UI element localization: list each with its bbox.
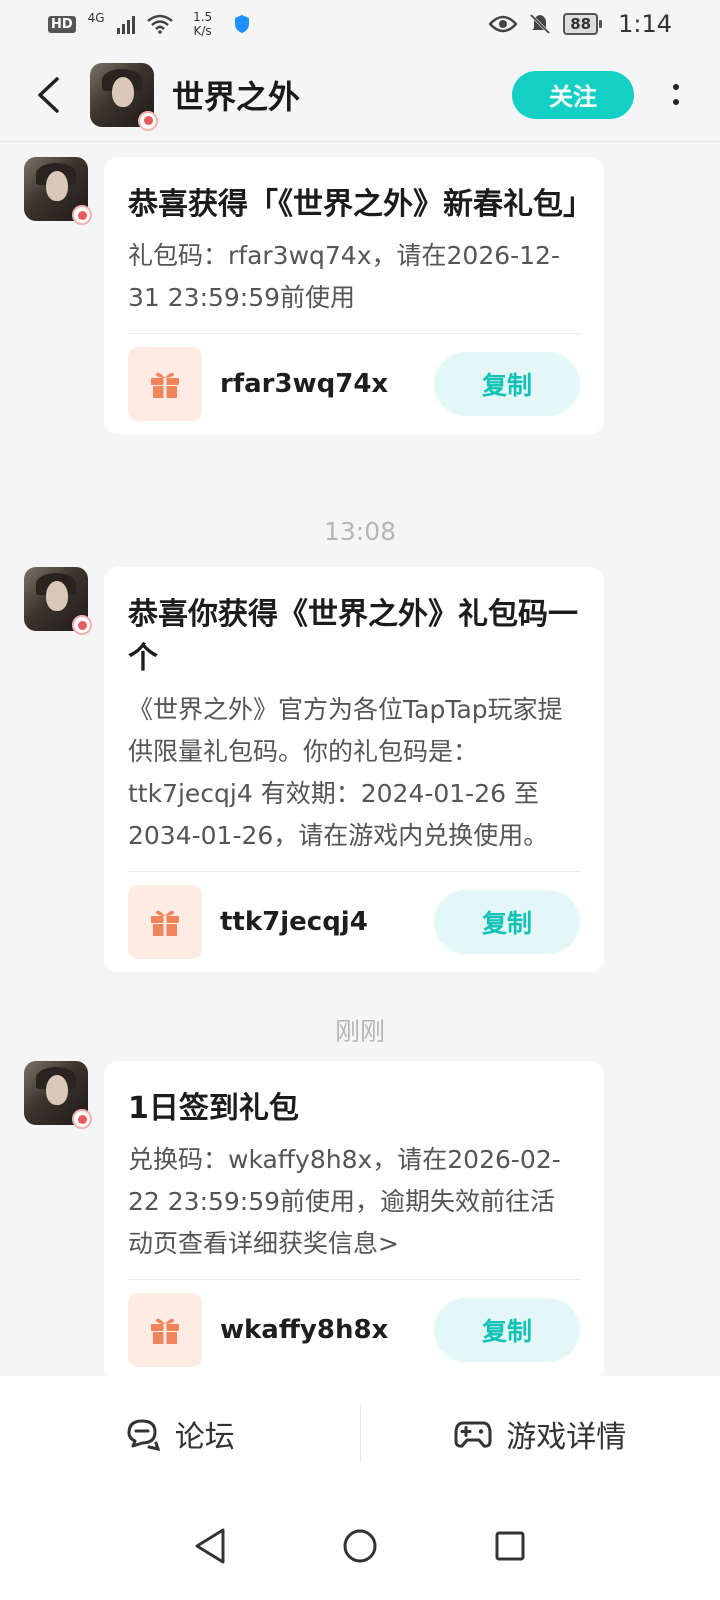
gift-card: 恭喜你获得《世界之外》礼包码一个 《世界之外》官方为各位TapTap玩家提供限量… [104, 567, 604, 972]
tab-forum-label: 论坛 [174, 1420, 235, 1455]
page-title: 世界之外 [172, 78, 301, 115]
eye-icon [489, 15, 518, 33]
official-badge-icon [138, 110, 158, 131]
card-body: 《世界之外》官方为各位TapTap玩家提供限量礼包码。你的礼包码是：ttk7je… [128, 695, 563, 850]
gift-card: 恭喜获得「《世界之外》新春礼包」 礼包码：rfar3wq74x，请在2026-1… [104, 157, 604, 434]
forum-chat-icon [127, 1419, 160, 1451]
bell-off-icon [530, 13, 551, 35]
tab-forum[interactable]: 论坛 [0, 1376, 360, 1492]
more-dot [673, 99, 679, 105]
card-body: 兑换码：wkaffy8h8x，请在2026-02-22 23:59:59前使用，… [128, 1145, 561, 1258]
copy-button[interactable]: 复制 [434, 1298, 580, 1362]
signal-icon [116, 14, 135, 34]
more-options-button[interactable] [658, 71, 694, 119]
shield-icon [234, 15, 249, 33]
card-title: 1日签到礼包 [128, 1091, 299, 1126]
game-avatar[interactable] [90, 62, 158, 131]
avatar-face [46, 1075, 68, 1105]
tab-game-details-label: 游戏详情 [506, 1420, 627, 1455]
nav-home-icon [343, 1529, 377, 1563]
code-row: wkaffy8h8x 复制 [128, 1280, 580, 1380]
sender-avatar[interactable] [24, 1061, 92, 1129]
avatar-face [46, 171, 68, 201]
clock: 1:14 [618, 10, 672, 38]
status-right: 88 1:14 [489, 10, 672, 38]
back-arrow-icon [38, 76, 59, 113]
follow-button[interactable]: 关注 [512, 70, 634, 119]
code-row: rfar3wq74x 复制 [128, 334, 580, 434]
hd-badge: HD [48, 15, 76, 33]
nav-recents-button[interactable] [435, 1511, 585, 1581]
gift-icon [128, 347, 202, 421]
nav-back-button[interactable] [135, 1511, 285, 1581]
card-title: 恭喜你获得《世界之外》礼包码一个 [128, 597, 578, 676]
status-left: HD 4G 1.5 K/s [48, 10, 251, 38]
copy-button[interactable]: 复制 [434, 352, 580, 416]
network-type: 4G [87, 11, 105, 25]
system-nav-bar [0, 1492, 720, 1600]
network-speed: 1.5 K/s [193, 10, 213, 38]
timestamp: 刚刚 [334, 1017, 385, 1046]
gamepad-icon [454, 1421, 492, 1448]
gift-icon [128, 885, 202, 959]
sender-avatar[interactable] [24, 567, 92, 635]
tab-game-details[interactable]: 游戏详情 [361, 1376, 720, 1492]
gift-code: wkaffy8h8x [220, 1315, 389, 1345]
nav-home-button[interactable] [285, 1511, 435, 1581]
bottom-tab-bar: 论坛 游戏详情 [0, 1376, 720, 1492]
card-body: 礼包码：rfar3wq74x，请在2026-12-31 23:59:59前使用 [128, 241, 560, 312]
top-bar: 世界之外 关注 [0, 48, 720, 142]
official-badge-icon [72, 1109, 92, 1129]
avatar-face [112, 76, 134, 107]
card-title: 恭喜获得「《世界之外》新春礼包」 [128, 187, 593, 222]
back-button[interactable] [28, 75, 68, 115]
wifi-icon [146, 14, 173, 34]
nav-back-icon [195, 1528, 225, 1564]
gift-card: 1日签到礼包 兑换码：wkaffy8h8x，请在2026-02-22 23:59… [104, 1061, 604, 1380]
gift-icon [128, 1293, 202, 1367]
gift-code: rfar3wq74x [220, 369, 389, 399]
nav-recents-icon [495, 1531, 525, 1561]
more-dot [673, 84, 679, 90]
copy-button[interactable]: 复制 [434, 890, 580, 954]
avatar-face [46, 581, 68, 611]
battery-indicator: 88 [563, 13, 602, 35]
official-badge-icon [72, 205, 92, 225]
status-bar: HD 4G 1.5 K/s 88 1:14 [0, 0, 720, 48]
code-row: ttk7jecqj4 复制 [128, 872, 580, 972]
sender-avatar[interactable] [24, 157, 92, 225]
gift-code: ttk7jecqj4 [220, 907, 368, 937]
official-badge-icon [72, 615, 92, 635]
timestamp: 13:08 [323, 517, 397, 546]
